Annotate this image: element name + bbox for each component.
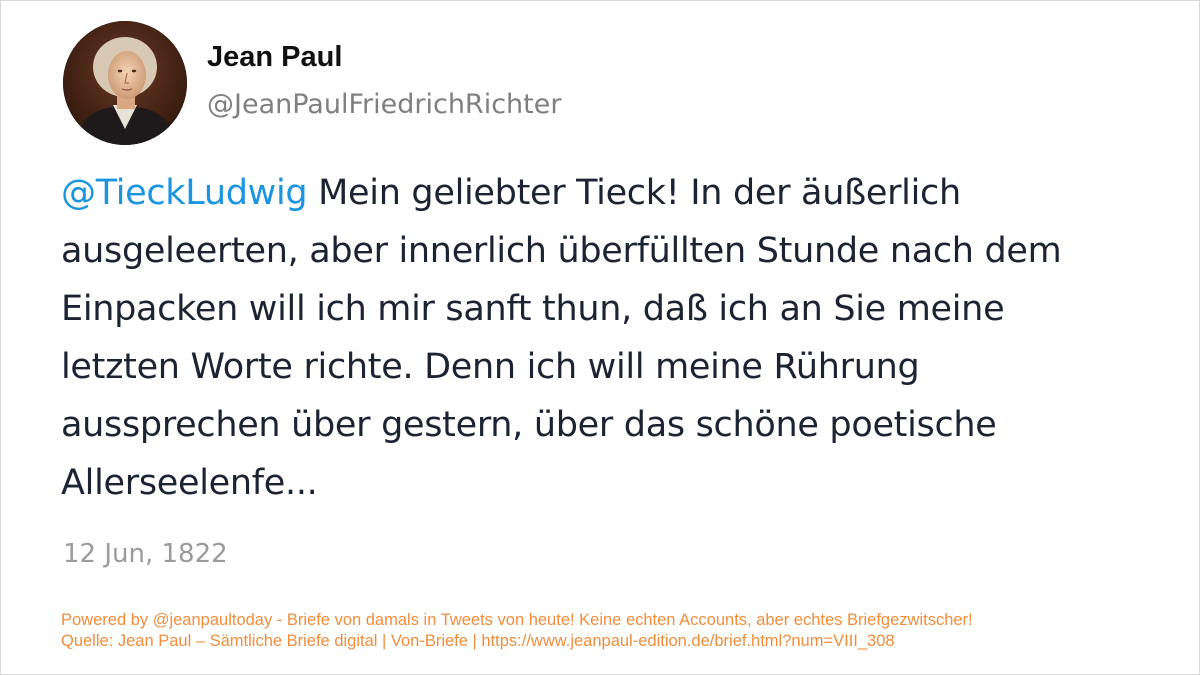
tweet-card: Jean Paul @JeanPaulFriedrichRichter @Tie… bbox=[0, 0, 1200, 675]
avatar[interactable] bbox=[63, 21, 187, 145]
tweet-line: Einpacken will ich mir sanft thun, daß i… bbox=[61, 289, 1005, 329]
footer-source[interactable]: Quelle: Jean Paul – Sämtliche Briefe dig… bbox=[61, 631, 1181, 652]
tweet-line: aussprechen über gestern, über das schön… bbox=[61, 405, 997, 445]
tweet-line: ausgeleerten, aber innerlich überfüllten… bbox=[61, 231, 1062, 271]
tweet-line-text: Mein geliebter Tieck! In der äußerlich bbox=[307, 173, 961, 213]
tweet-line: letzten Worte richte. Denn ich will mein… bbox=[61, 347, 920, 387]
tweet-body: @TieckLudwig Mein geliebter Tieck! In de… bbox=[61, 164, 1151, 512]
tweet-line: Allerseelenfe... bbox=[61, 463, 318, 503]
tweet-line: @TieckLudwig Mein geliebter Tieck! In de… bbox=[61, 164, 1151, 222]
user-handle[interactable]: @JeanPaulFriedrichRichter bbox=[207, 89, 561, 120]
portrait-icon bbox=[63, 21, 187, 145]
footer: Powered by @jeanpaultoday - Briefe von d… bbox=[61, 610, 1181, 652]
tweet-date: 12 Jun, 1822 bbox=[63, 539, 228, 569]
tweet-header: Jean Paul @JeanPaulFriedrichRichter bbox=[61, 19, 1141, 149]
display-name[interactable]: Jean Paul bbox=[207, 41, 342, 74]
mention-link[interactable]: @TieckLudwig bbox=[61, 173, 308, 213]
footer-powered-by: Powered by @jeanpaultoday - Briefe von d… bbox=[61, 611, 973, 629]
